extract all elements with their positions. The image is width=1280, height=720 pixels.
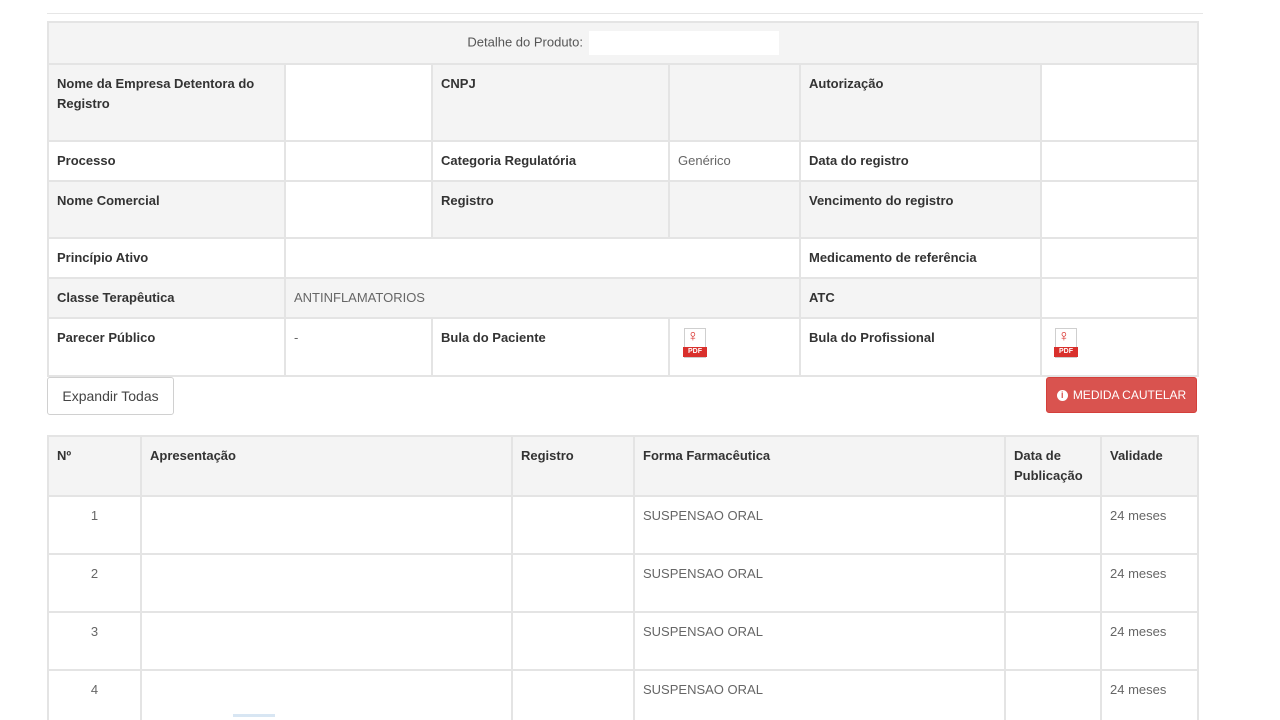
cell-apresentacao [140,495,513,555]
detail-header-row: Detalhe do Produto: [46,21,1200,65]
col-header-forma[interactable]: Forma Farmacêutica [633,435,1006,497]
label-bula-paciente: Bula do Paciente [431,317,670,377]
product-detail-table: Detalhe do Produto: Nome da Empresa Dete… [46,21,1200,377]
col-header-data-publicacao[interactable]: Data de Publicação [1004,435,1102,497]
cell-forma: SUSPENSAO ORAL [633,669,1006,720]
col-header-validade[interactable]: Validade [1100,435,1199,497]
detail-row-nome-comercial: Nome Comercial Registro Vencimento do re… [47,180,1200,239]
cell-registro [511,611,635,671]
detail-header-label: Detalhe do Produto: [467,34,584,50]
cell-data-publicacao [1004,611,1102,671]
cell-forma: SUSPENSAO ORAL [633,495,1006,555]
value-registro [668,180,801,239]
cell-numero: 1 [47,495,142,555]
label-cnpj: CNPJ [431,63,670,142]
cell-data-publicacao [1004,553,1102,613]
detail-header: Detalhe do Produto: [46,21,1200,65]
cell-registro [511,553,635,613]
cell-registro [511,495,635,555]
table-row[interactable]: 4 SUSPENSAO ORAL 24 meses [47,669,1199,720]
product-name-box [588,31,779,55]
label-company: Nome da Empresa Detentora do Registro [47,63,286,142]
cell-numero: 3 [47,611,142,671]
cell-apresentacao [140,611,513,671]
value-processo [284,140,433,182]
table-row[interactable]: 3 SUSPENSAO ORAL 24 meses [47,611,1199,671]
label-parecer: Parecer Público [47,317,286,377]
cell-data-publicacao [1004,495,1102,555]
value-principio [284,237,801,279]
label-nome-comercial: Nome Comercial [47,180,286,239]
value-cnpj [668,63,801,142]
value-vencimento [1039,180,1200,239]
value-atc [1039,277,1200,319]
table-row[interactable]: 1 SUSPENSAO ORAL 24 meses [47,495,1199,555]
col-header-numero[interactable]: Nº [47,435,142,497]
value-categoria: Genérico [668,140,801,182]
detail-row-company: Nome da Empresa Detentora do Registro CN… [47,63,1200,142]
cell-numero: 4 [47,669,142,720]
cell-validade: 24 meses [1100,669,1199,720]
table-row[interactable]: 2 SUSPENSAO ORAL 24 meses [47,553,1199,613]
bula-paciente-pdf-icon[interactable]: ♀ PDF [681,328,709,360]
cell-forma: SUSPENSAO ORAL [633,611,1006,671]
presentations-header-row: Nº Apresentação Registro Forma Farmacêut… [47,435,1199,497]
label-data-registro: Data do registro [799,140,1042,182]
label-registro: Registro [431,180,670,239]
cell-apresentacao [140,553,513,613]
detail-row-processo: Processo Categoria Regulatória Genérico … [47,140,1200,182]
value-nome-comercial [284,180,433,239]
expand-all-button[interactable]: Expandir Todas [47,377,174,415]
cell-data-publicacao [1004,669,1102,720]
info-icon: i [1056,389,1068,401]
label-bula-profissional: Bula do Profissional [799,317,1042,377]
top-divider [47,13,1203,14]
value-data-registro [1039,140,1200,182]
presentations-table: Nº Apresentação Registro Forma Farmacêut… [47,435,1199,720]
value-parecer: - [284,317,433,377]
medida-cautelar-button[interactable]: i MEDIDA CAUTELAR [1046,377,1197,413]
label-classe: Classe Terapêutica [47,277,286,319]
bula-paciente-cell: ♀ PDF [668,317,801,377]
label-categoria: Categoria Regulatória [431,140,670,182]
cell-forma: SUSPENSAO ORAL [633,553,1006,613]
col-header-registro[interactable]: Registro [511,435,635,497]
cell-validade: 24 meses [1100,495,1199,555]
label-vencimento: Vencimento do registro [799,180,1042,239]
bula-profissional-pdf-icon[interactable]: ♀ PDF [1052,328,1080,360]
value-medicamento-referencia [1039,237,1200,279]
cell-numero: 2 [47,553,142,613]
label-medicamento-referencia: Medicamento de referência [799,237,1042,279]
cell-validade: 24 meses [1100,553,1199,613]
value-autorizacao [1039,63,1200,142]
detail-row-principio: Princípio Ativo Medicamento de referênci… [47,237,1200,279]
label-atc: ATC [799,277,1042,319]
cell-registro [511,669,635,720]
value-company [284,63,433,142]
col-header-apresentacao[interactable]: Apresentação [140,435,513,497]
detail-row-parecer: Parecer Público - Bula do Paciente ♀ PDF… [47,317,1200,377]
detail-row-classe: Classe Terapêutica ANTINFLAMATORIOS ATC [47,277,1200,319]
medida-cautelar-label: MEDIDA CAUTELAR [1072,388,1187,402]
value-classe: ANTINFLAMATORIOS [284,277,801,319]
label-processo: Processo [47,140,286,182]
label-principio: Princípio Ativo [47,237,286,279]
cell-validade: 24 meses [1100,611,1199,671]
link-underline-marker [233,714,275,717]
label-autorizacao: Autorização [799,63,1042,142]
bula-profissional-cell: ♀ PDF [1039,317,1200,377]
cell-apresentacao [140,669,513,720]
